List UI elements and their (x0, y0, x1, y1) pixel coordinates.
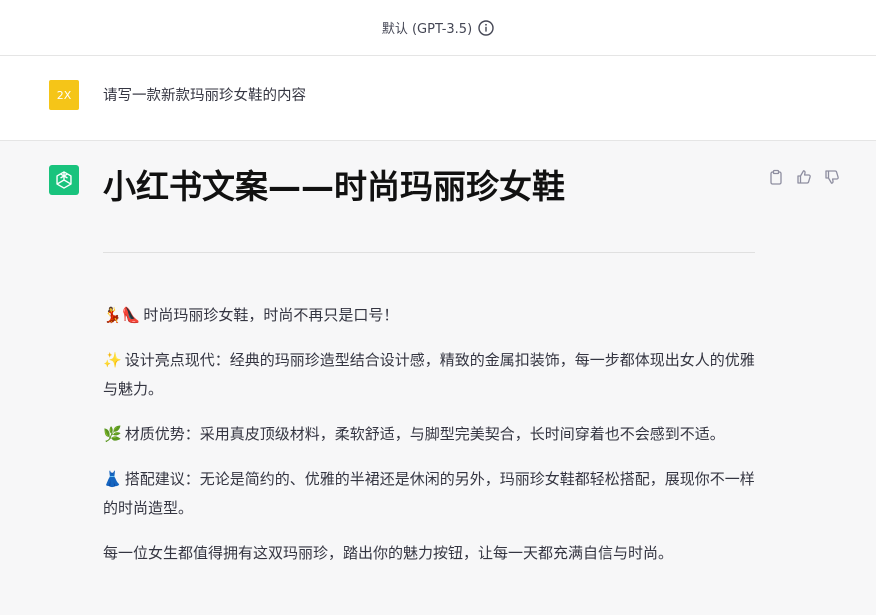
user-avatar: 2X (49, 80, 79, 110)
paragraph-text: 材质优势：采用真皮顶级材料，柔软舒适，与脚型完美契合，长时间穿着也不会感到不适。 (124, 425, 725, 443)
divider (103, 252, 755, 253)
dancer-heel-emoji-icon: 💃👠 (103, 306, 141, 324)
model-label: 默认 (GPT-3.5) (381, 22, 473, 37)
paragraph-text: 搭配建议：无论是简约的、优雅的半裙还是休闲的另外，玛丽珍女鞋都轻松搭配，展现你不… (103, 470, 755, 517)
thumbs-down-icon[interactable] (824, 169, 840, 185)
user-message-text: 请写一款新款玛丽珍女鞋的内容 (103, 88, 306, 104)
top-bar: 默认 (GPT-3.5) (0, 0, 876, 56)
paragraph: 每一位女生都值得拥有这双玛丽珍，踏出你的魅力按钮，让每一天都充满自信与时尚。 (103, 539, 755, 568)
paragraph: 👗 搭配建议：无论是简约的、优雅的半裙还是休闲的另外，玛丽珍女鞋都轻松搭配，展现你… (103, 465, 755, 523)
openai-logo-icon (49, 165, 79, 195)
assistant-message-content: 小红书文案——时尚玛丽珍女鞋 💃👠 时尚玛丽珍女鞋，时尚不再只是口号！ ✨ 设计亮点… (103, 165, 755, 568)
paragraph-text: 每一位女生都值得拥有这双玛丽珍，踏出你的魅力按钮，让每一天都充满自信与时尚。 (103, 544, 674, 562)
user-message-row: 2X 请写一款新款玛丽珍女鞋的内容 (0, 56, 876, 141)
message-actions (768, 169, 840, 185)
message-title: 小红书文案——时尚玛丽珍女鞋 (103, 167, 565, 206)
clipboard-icon[interactable] (768, 169, 784, 185)
paragraph-text: 时尚玛丽珍女鞋，时尚不再只是口号！ (143, 306, 399, 324)
assistant-message-row: 小红书文案——时尚玛丽珍女鞋 💃👠 时尚玛丽珍女鞋，时尚不再只是口号！ ✨ 设计亮点… (0, 141, 876, 615)
sparkles-emoji-icon: ✨ (103, 351, 122, 369)
dress-emoji-icon: 👗 (103, 470, 122, 488)
paragraph: ✨ 设计亮点现代：经典的玛丽珍造型结合设计感，精致的金属扣装饰，每一步都体现出女人… (103, 346, 755, 404)
herb-emoji-icon: 🌿 (103, 425, 122, 443)
paragraph: 🌿 材质优势：采用真皮顶级材料，柔软舒适，与脚型完美契合，长时间穿着也不会感到不适… (103, 420, 755, 449)
paragraph: 💃👠 时尚玛丽珍女鞋，时尚不再只是口号！ (103, 301, 755, 330)
info-icon[interactable] (478, 19, 494, 36)
thumbs-up-icon[interactable] (796, 169, 812, 185)
paragraph-text: 设计亮点现代：经典的玛丽珍造型结合设计感，精致的金属扣装饰，每一步都体现出女人的… (103, 351, 755, 398)
